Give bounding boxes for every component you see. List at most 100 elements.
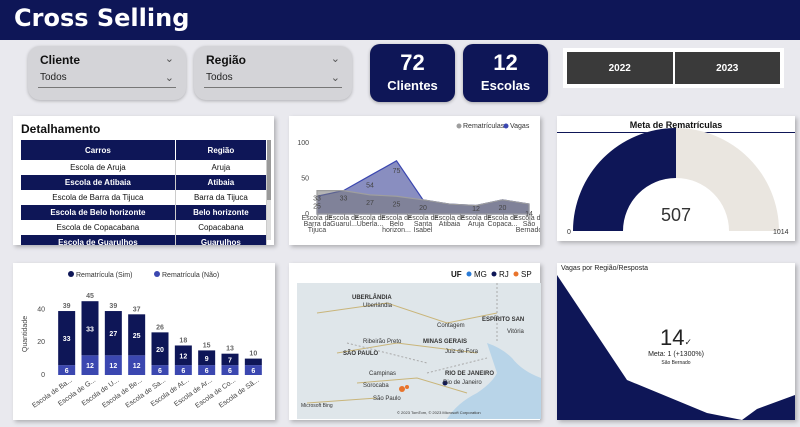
year-2023-button[interactable]: 2023 bbox=[674, 52, 780, 84]
map-label: SÃO PAULO bbox=[343, 351, 379, 357]
map-label: Campinas bbox=[369, 371, 397, 377]
map-label: Vitória bbox=[507, 329, 524, 335]
bar-total-label: 10 bbox=[249, 351, 257, 358]
table-row[interactable]: Escola de Barra da Tijuca Barra da Tijuca bbox=[21, 190, 268, 205]
vagas-card: Vagas por Região/Resposta 14✓ Meta: 1 (+… bbox=[557, 263, 795, 420]
gauge-value: 507 bbox=[661, 205, 691, 225]
data-label: 12 bbox=[472, 206, 480, 213]
area-chart-card: 0 50 100 33 33 27 25 20 12 20 25 54 75 14 Escola de Bar… bbox=[289, 116, 544, 245]
y-tick-label: 100 bbox=[297, 140, 309, 147]
cliente-slicer-label: Cliente bbox=[40, 53, 81, 67]
bar-total-label: 15 bbox=[203, 342, 211, 349]
map-point-sp[interactable] bbox=[399, 386, 405, 392]
bar-label-nao: 6 bbox=[181, 368, 185, 375]
column-header-carros[interactable]: Carros bbox=[21, 140, 176, 160]
meta-gauge: 507 0 1014 bbox=[567, 128, 789, 236]
data-label: 33 bbox=[340, 196, 348, 203]
regiao-slicer[interactable]: Região ⌄ Todos ⌄ bbox=[194, 46, 352, 100]
map-background bbox=[306, 283, 541, 419]
cliente-dropdown[interactable]: Todos ⌄ bbox=[38, 72, 176, 88]
chevron-down-icon: ⌄ bbox=[330, 72, 340, 84]
chevron-down-icon[interactable]: ⌄ bbox=[331, 52, 340, 65]
data-label: 25 bbox=[313, 203, 321, 210]
x-tick-label: Tijuca bbox=[308, 227, 327, 234]
table-cell: Escola de Belo horizonte bbox=[21, 205, 176, 220]
area-chart: 05010033 3327 2520 12 2025547514Escola deBar… bbox=[297, 123, 544, 234]
legend-dot-rj bbox=[491, 271, 497, 277]
vagas-title: Vagas por Região/Resposta bbox=[561, 265, 649, 272]
table-cell: Escola de Guarulhos bbox=[21, 235, 176, 245]
legend-dot-vagas bbox=[503, 123, 509, 129]
table-cell: Copacabana bbox=[175, 220, 268, 235]
map-label: Rio de Janeiro bbox=[443, 380, 482, 386]
detalhamento-table: Carros Região Escola de Aruja Aruja Escol… bbox=[21, 140, 268, 245]
map-label: Sorocaba bbox=[363, 383, 389, 389]
y-axis-title: Quantidade bbox=[22, 316, 29, 352]
map-label: ESPÍRITO SAN bbox=[482, 317, 525, 323]
x-tick-label: Escola de Be... bbox=[101, 377, 144, 410]
table-cell: Belo horizonte bbox=[175, 205, 268, 220]
y-tick-label: 20 bbox=[37, 339, 45, 346]
x-tick-label: Escola de Ba... bbox=[31, 377, 74, 410]
map-point-sp[interactable] bbox=[405, 385, 409, 389]
bar-label-sim: 20 bbox=[156, 347, 164, 354]
cliente-slicer[interactable]: Cliente ⌄ Todos ⌄ bbox=[28, 46, 186, 100]
chevron-down-icon[interactable]: ⌄ bbox=[165, 52, 174, 65]
map-copyright: © 2023 TomTom, © 2023 Microsoft Corporat… bbox=[397, 410, 481, 415]
bar-label-sim: 7 bbox=[228, 357, 232, 364]
detalhamento-title: Detalhamento bbox=[21, 122, 101, 136]
bar-total-label: 45 bbox=[86, 293, 94, 300]
x-tick-label: horizon... bbox=[382, 227, 411, 234]
kpi-clientes-label: Clientes bbox=[387, 78, 438, 93]
bar-label-nao: 12 bbox=[133, 363, 141, 370]
column-header-regiao[interactable]: Região bbox=[175, 140, 268, 160]
scrollbar-thumb[interactable] bbox=[267, 140, 271, 200]
map-legend: UF MG RJ SP bbox=[451, 270, 532, 279]
map-label: São Paulo bbox=[373, 396, 401, 402]
x-tick-label: Guarul... bbox=[330, 221, 357, 228]
bar-total-label: 13 bbox=[226, 346, 234, 353]
y-tick-label: 50 bbox=[301, 176, 309, 183]
legend-dot-rematriculas bbox=[456, 123, 462, 129]
meta-gauge-card: Meta de Rematrículas 507 0 1014 bbox=[557, 116, 795, 241]
map-legend-title: UF bbox=[451, 270, 462, 279]
table-row[interactable]: Escola de Aruja Aruja bbox=[21, 160, 268, 175]
legend-label: Rematrícula (Sim) bbox=[76, 272, 132, 279]
data-label: 27 bbox=[366, 200, 374, 207]
map-view[interactable]: UBERLÂNDIA Uberlândia ESPÍRITO SAN Conta… bbox=[297, 283, 541, 419]
data-label: 20 bbox=[419, 205, 427, 212]
table-row[interactable]: Escola de Atibaia Atibaia bbox=[21, 175, 268, 190]
regiao-dropdown[interactable]: Todos ⌄ bbox=[204, 72, 342, 88]
x-tick-label: Aruja bbox=[468, 221, 484, 228]
bar-label-sim: 33 bbox=[63, 336, 71, 343]
bar-label-nao: 6 bbox=[205, 368, 209, 375]
table-cell: Guarulhos bbox=[175, 235, 268, 245]
map-label: Contagem bbox=[437, 323, 465, 329]
bar-label-nao: 12 bbox=[109, 363, 117, 370]
data-label: 25 bbox=[393, 201, 401, 208]
year-slicer: 2022 2023 bbox=[563, 48, 784, 88]
detalhamento-card: Detalhamento Carros Região Escola de Aru… bbox=[13, 116, 274, 245]
legend-label: Rematrícula (Não) bbox=[162, 272, 219, 279]
table-scrollbar[interactable] bbox=[267, 140, 271, 240]
year-2022-button[interactable]: 2022 bbox=[567, 52, 673, 84]
table-row[interactable]: Escola de Copacabana Copacabana bbox=[21, 220, 268, 235]
map-label: Juiz de Fora bbox=[445, 349, 479, 355]
data-label: 54 bbox=[366, 183, 374, 190]
bar-total-label: 18 bbox=[179, 337, 187, 344]
x-tick-label: Isabel bbox=[414, 227, 433, 234]
legend-dot-sp bbox=[513, 271, 519, 277]
legend-label: Rematrículas bbox=[463, 123, 505, 130]
data-label: 75 bbox=[393, 168, 401, 175]
gauge-min: 0 bbox=[567, 229, 571, 236]
bar-label-sim: 25 bbox=[133, 333, 141, 340]
data-label: 33 bbox=[313, 196, 321, 203]
x-tick-label: Escola de Sã... bbox=[218, 377, 261, 410]
kpi-escolas-value: 12 bbox=[493, 50, 518, 75]
map-label: MINAS GERAIS bbox=[423, 339, 468, 345]
x-tick-label: Uberla... bbox=[357, 221, 384, 228]
table-row[interactable]: Escola de Guarulhos Guarulhos bbox=[21, 235, 268, 245]
table-row[interactable]: Escola de Belo horizonte Belo horizonte bbox=[21, 205, 268, 220]
map-legend-item: RJ bbox=[499, 270, 509, 279]
chevron-down-icon: ⌄ bbox=[164, 72, 174, 84]
